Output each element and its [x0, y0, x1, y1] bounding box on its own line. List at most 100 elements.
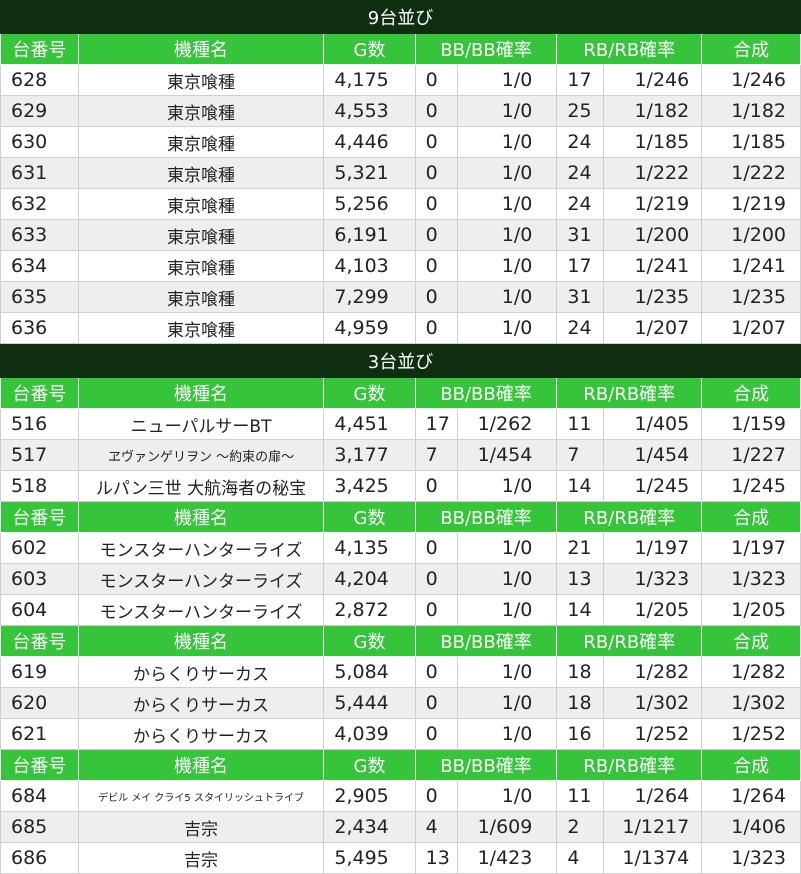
bb-probability: 1/0: [456, 157, 558, 189]
table-row: 628 東京喰種 4,175 0 1/0 17 1/246 1/246: [0, 64, 801, 96]
table-row: 634 東京喰種 4,103 0 1/0 17 1/241 1/241: [0, 250, 801, 282]
header-bb: BB/BB確率: [414, 377, 558, 409]
bb-count: 0: [414, 64, 458, 96]
machine-number: 631: [0, 157, 79, 189]
machine-number: 633: [0, 219, 79, 251]
game-count: 4,175: [323, 64, 416, 96]
rb-probability: 1/197: [602, 532, 703, 564]
game-count: 3,425: [323, 470, 416, 502]
bb-probability: 1/0: [456, 656, 558, 688]
header-game-count: G数: [323, 749, 416, 781]
rb-probability: 1/323: [602, 563, 703, 595]
header-combined: 合成: [701, 625, 801, 657]
bb-probability: 1/0: [456, 250, 558, 282]
bb-count: 7: [414, 439, 458, 471]
bb-probability: 1/0: [456, 281, 558, 313]
bb-count: 0: [414, 532, 458, 564]
machine-name: 東京喰種: [77, 126, 325, 158]
rb-probability: 1/302: [602, 687, 703, 719]
header-bb: BB/BB確率: [414, 501, 558, 533]
rb-probability: 1/405: [602, 408, 703, 440]
combined-probability: 1/182: [701, 95, 801, 127]
machine-number: 628: [0, 64, 79, 96]
table-row: 636 東京喰種 4,959 0 1/0 24 1/207 1/207: [0, 312, 801, 344]
bb-probability: 1/0: [456, 780, 558, 812]
machine-name: モンスターハンターライズ: [77, 532, 325, 564]
header-combined: 合成: [701, 501, 801, 533]
machine-name: 東京喰種: [77, 157, 325, 189]
table-row: 684 デビル メイ クライ5 スタイリッシュトライブ 2,905 0 1/0 11 1/2…: [0, 780, 801, 812]
header-combined: 合成: [701, 749, 801, 781]
table-row: 603 モンスターハンターライズ 4,204 0 1/0 13 1/323 1/323: [0, 563, 801, 595]
column-header-row: 台番号 機種名 G数 BB/BB確率 RB/RB確率 合成: [0, 501, 801, 533]
bb-probability: 1/0: [456, 188, 558, 220]
rb-probability: 1/282: [602, 656, 703, 688]
combined-probability: 1/282: [701, 656, 801, 688]
combined-probability: 1/264: [701, 780, 801, 812]
bb-count: 0: [414, 470, 458, 502]
rb-count: 31: [556, 219, 604, 251]
header-rb: RB/RB確率: [556, 377, 703, 409]
game-count: 7,299: [323, 281, 416, 313]
column-header-row: 台番号 機種名 G数 BB/BB確率 RB/RB確率 合成: [0, 625, 801, 657]
bb-probability: 1/0: [456, 594, 558, 626]
rb-probability: 1/264: [602, 780, 703, 812]
machine-name: からくりサーカス: [77, 656, 325, 688]
game-count: 4,446: [323, 126, 416, 158]
machine-number: 632: [0, 188, 79, 220]
machine-number: 621: [0, 718, 79, 750]
machine-number: 630: [0, 126, 79, 158]
combined-probability: 1/185: [701, 126, 801, 158]
rb-count: 14: [556, 470, 604, 502]
bb-count: 4: [414, 811, 458, 843]
rb-probability: 1/222: [602, 157, 703, 189]
machine-name: からくりサーカス: [77, 687, 325, 719]
section-title-row: 3台並び: [0, 344, 801, 378]
header-combined: 合成: [701, 377, 801, 409]
rb-count: 31: [556, 281, 604, 313]
bb-count: 0: [414, 281, 458, 313]
rb-probability: 1/205: [602, 594, 703, 626]
machine-name: 東京喰種: [77, 250, 325, 282]
table-row: 619 からくりサーカス 5,084 0 1/0 18 1/282 1/282: [0, 656, 801, 688]
combined-probability: 1/323: [701, 563, 801, 595]
combined-probability: 1/159: [701, 408, 801, 440]
rb-count: 24: [556, 126, 604, 158]
column-header-row: 台番号 機種名 G数 BB/BB確率 RB/RB確率 合成: [0, 377, 801, 409]
machine-number: 602: [0, 532, 79, 564]
bb-probability: 1/0: [456, 64, 558, 96]
machine-name: 東京喰種: [77, 312, 325, 344]
rb-count: 24: [556, 188, 604, 220]
rb-probability: 1/182: [602, 95, 703, 127]
machine-number: 620: [0, 687, 79, 719]
rb-count: 13: [556, 563, 604, 595]
header-machine-name: 機種名: [77, 377, 325, 409]
rb-count: 21: [556, 532, 604, 564]
bb-count: 0: [414, 780, 458, 812]
game-count: 5,256: [323, 188, 416, 220]
rb-count: 24: [556, 157, 604, 189]
machine-number: 517: [0, 439, 79, 471]
rb-count: 2: [556, 811, 604, 843]
combined-probability: 1/245: [701, 470, 801, 502]
rb-count: 14: [556, 594, 604, 626]
bb-count: 0: [414, 188, 458, 220]
game-count: 5,084: [323, 656, 416, 688]
combined-probability: 1/406: [701, 811, 801, 843]
game-count: 2,905: [323, 780, 416, 812]
table-row: 620 からくりサーカス 5,444 0 1/0 18 1/302 1/302: [0, 687, 801, 719]
game-count: 5,444: [323, 687, 416, 719]
rb-probability: 1/207: [602, 312, 703, 344]
rb-probability: 1/185: [602, 126, 703, 158]
rb-count: 18: [556, 687, 604, 719]
machine-name: モンスターハンターライズ: [77, 563, 325, 595]
header-machine-number: 台番号: [0, 501, 79, 533]
rb-count: 24: [556, 312, 604, 344]
combined-probability: 1/207: [701, 312, 801, 344]
combined-probability: 1/227: [701, 439, 801, 471]
table-row: 631 東京喰種 5,321 0 1/0 24 1/222 1/222: [0, 157, 801, 189]
header-rb: RB/RB確率: [556, 501, 703, 533]
game-count: 3,177: [323, 439, 416, 471]
machine-table-1: 3台並び 台番号 機種名 G数 BB/BB確率 RB/RB確率 合成 516 ニューパルサーBT…: [0, 344, 801, 874]
rb-count: 11: [556, 408, 604, 440]
